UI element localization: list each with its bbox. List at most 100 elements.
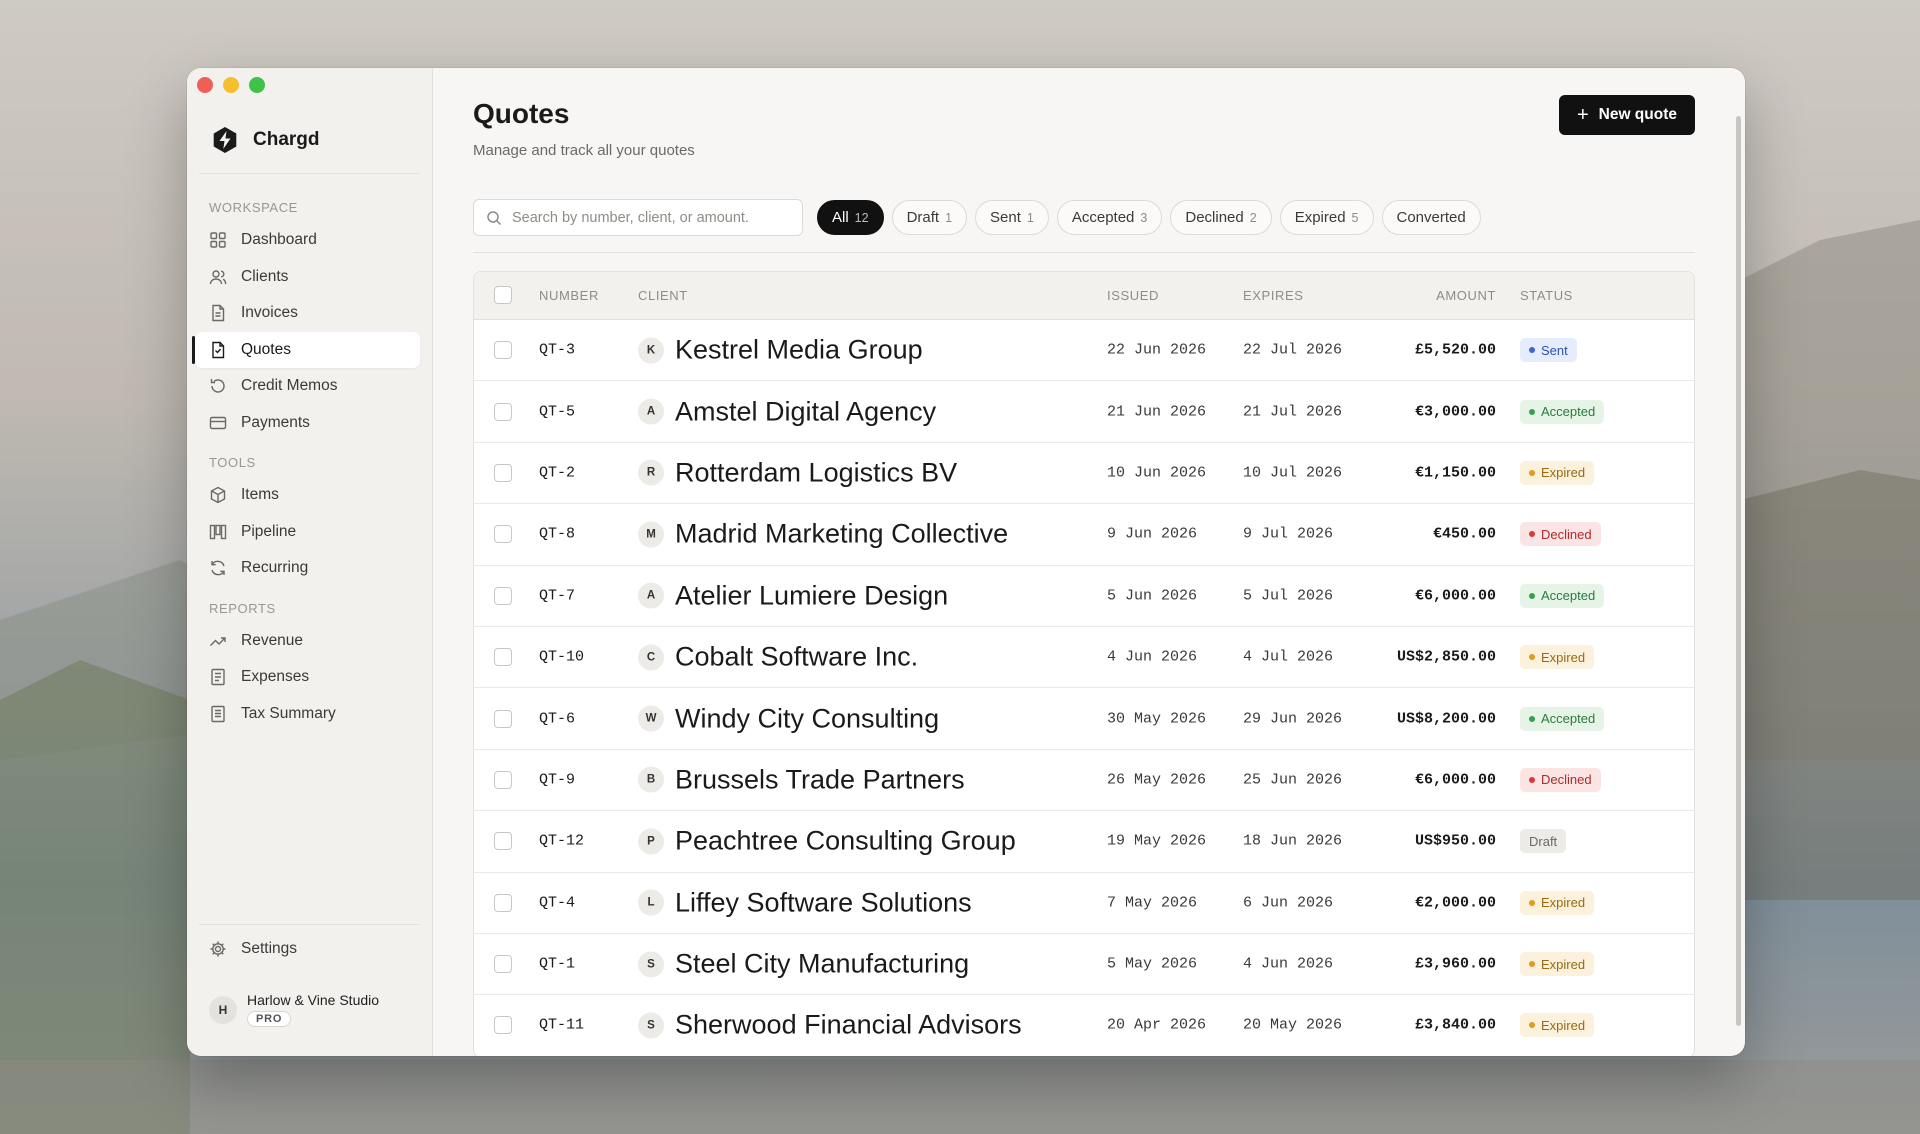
search-input[interactable] [512, 209, 792, 226]
status-label: Expired [1541, 895, 1586, 911]
status-badge: Declined [1520, 522, 1601, 547]
sidebar-item-quotes[interactable]: Quotes [192, 331, 420, 368]
row-checkbox[interactable] [494, 463, 512, 482]
table-row[interactable]: QT-12 P Peachtree Consulting Group 19 Ma… [474, 811, 1694, 873]
sidebar-item-dashboard[interactable]: Dashboard [195, 222, 420, 259]
issued-date: 22 Jun 2026 [1107, 341, 1207, 359]
new-quote-button[interactable]: + New quote [1558, 95, 1695, 135]
sidebar-item-credit-memos[interactable]: Credit Memos [195, 368, 420, 405]
sidebar-item-tax-summary[interactable]: Tax Summary [195, 696, 420, 733]
card-icon [209, 416, 227, 429]
table-row[interactable]: QT-8 M Madrid Marketing Collective 9 Jun… [474, 504, 1694, 566]
issued-date: 7 May 2026 [1107, 894, 1198, 912]
status-label: Expired [1541, 956, 1586, 972]
filter-chip-sent[interactable]: Sent 1 [975, 200, 1049, 235]
client-cell: R Rotterdam Logistics BV [638, 457, 957, 488]
filter-chip-accepted[interactable]: Accepted 3 [1056, 200, 1163, 235]
column-header-expires[interactable]: EXPIRES [1243, 288, 1304, 303]
issued-date: 10 Jun 2026 [1107, 464, 1207, 482]
row-checkbox[interactable] [494, 586, 512, 605]
sidebar-item-settings[interactable]: Settings [209, 940, 297, 958]
row-checkbox[interactable] [494, 341, 512, 360]
row-checkbox[interactable] [494, 1016, 512, 1035]
sidebar-item-payments[interactable]: Payments [195, 405, 420, 442]
status-badge: Accepted [1520, 706, 1605, 731]
table-row[interactable]: QT-2 R Rotterdam Logistics BV 10 Jun 202… [474, 443, 1694, 505]
table-row[interactable]: QT-7 A Atelier Lumiere Design 5 Jun 2026… [474, 566, 1694, 627]
issued-date: 5 May 2026 [1107, 955, 1198, 973]
row-checkbox[interactable] [494, 709, 512, 728]
sidebar-item-invoices[interactable]: Invoices [195, 295, 420, 332]
quote-number: QT-7 [539, 587, 576, 605]
table-row[interactable]: QT-4 L Liffey Software Solutions 7 May 2… [474, 873, 1694, 934]
quote-number: QT-1 [539, 955, 576, 973]
filter-chip-declined[interactable]: Declined 2 [1170, 200, 1272, 235]
quote-amount: £3,960.00 [1414, 955, 1496, 973]
expires-date: 22 Jul 2026 [1243, 341, 1343, 359]
filter-chip-all[interactable]: All 12 [817, 200, 884, 235]
sidebar-item-label: Tax Summary [241, 704, 336, 722]
row-checkbox[interactable] [494, 648, 512, 667]
brand[interactable]: Chargd [211, 126, 320, 154]
column-header-issued[interactable]: ISSUED [1107, 288, 1159, 303]
sidebar-item-label: Pipeline [241, 522, 297, 540]
table-header: NUMBER CLIENT ISSUED EXPIRES AMOUNT STAT… [474, 272, 1694, 320]
maximize-window-button[interactable] [249, 77, 265, 93]
status-label: Sent [1541, 342, 1568, 358]
status-label: Declined [1541, 526, 1592, 542]
new-quote-label: New quote [1598, 106, 1677, 123]
sidebar-item-revenue[interactable]: Revenue [195, 623, 420, 660]
column-header-status[interactable]: STATUS [1520, 288, 1573, 303]
sidebar-item-expenses[interactable]: Expenses [195, 659, 420, 696]
table-row[interactable]: QT-1 S Steel City Manufacturing 5 May 20… [474, 934, 1694, 996]
quote-number: QT-12 [539, 832, 585, 850]
filter-chip-expired[interactable]: Expired 5 [1279, 200, 1374, 235]
select-all-checkbox[interactable] [494, 286, 512, 304]
sidebar-item-clients[interactable]: Clients [195, 259, 420, 296]
row-checkbox[interactable] [494, 832, 512, 851]
column-header-amount[interactable]: AMOUNT [1436, 288, 1496, 303]
expires-date: 4 Jun 2026 [1243, 955, 1334, 973]
quote-amount: €450.00 [1432, 525, 1496, 543]
table-row[interactable]: QT-6 W Windy City Consulting 30 May 2026… [474, 688, 1694, 750]
quote-file-icon [212, 341, 225, 358]
sidebar-item-items[interactable]: Items [195, 477, 420, 514]
client-cell: S Sherwood Financial Advisors [638, 1010, 1022, 1041]
status-dot-icon [1529, 1022, 1535, 1029]
close-window-button[interactable] [197, 77, 213, 93]
table-row[interactable]: QT-9 B Brussels Trade Partners 26 May 20… [474, 750, 1694, 812]
column-header-number[interactable]: NUMBER [539, 288, 599, 303]
status-dot-icon [1529, 592, 1535, 599]
nav-section-reports: REPORTS [209, 600, 276, 616]
table-row[interactable]: QT-3 K Kestrel Media Group 22 Jun 2026 2… [474, 320, 1694, 382]
table-row[interactable]: QT-11 S Sherwood Financial Advisors 20 A… [474, 995, 1694, 1056]
minimize-window-button[interactable] [223, 77, 239, 93]
expires-date: 5 Jul 2026 [1243, 587, 1334, 605]
row-checkbox[interactable] [494, 893, 512, 912]
sidebar-item-recurring[interactable]: Recurring [195, 550, 420, 587]
user-profile[interactable]: H Harlow & Vine Studio PRO [209, 992, 379, 1027]
column-header-client[interactable]: CLIENT [638, 288, 688, 303]
filter-chip-converted[interactable]: Converted [1381, 200, 1481, 235]
client-name: Brussels Trade Partners [675, 764, 965, 795]
filter-label: Sent [990, 209, 1021, 226]
status-label: Declined [1541, 772, 1592, 788]
filter-label: Draft [906, 209, 940, 226]
row-checkbox[interactable] [494, 955, 512, 974]
status-dot-icon [1529, 408, 1535, 415]
issued-date: 21 Jun 2026 [1107, 403, 1207, 421]
scrollbar[interactable] [1736, 116, 1741, 1026]
status-dot-icon [1529, 715, 1535, 722]
table-row[interactable]: QT-10 C Cobalt Software Inc. 4 Jun 2026 … [474, 627, 1694, 689]
box-icon [210, 486, 226, 504]
client-name: Madrid Marketing Collective [675, 518, 1009, 549]
table-row[interactable]: QT-5 A Amstel Digital Agency 21 Jun 2026… [474, 381, 1694, 443]
filter-chip-draft[interactable]: Draft 1 [891, 200, 968, 235]
status-label: Draft [1529, 833, 1558, 849]
row-checkbox[interactable] [494, 525, 512, 544]
receipt-icon [211, 669, 225, 686]
client-cell: A Amstel Digital Agency [638, 396, 936, 427]
sidebar-item-pipeline[interactable]: Pipeline [195, 514, 420, 551]
row-checkbox[interactable] [494, 770, 512, 789]
row-checkbox[interactable] [494, 402, 512, 421]
